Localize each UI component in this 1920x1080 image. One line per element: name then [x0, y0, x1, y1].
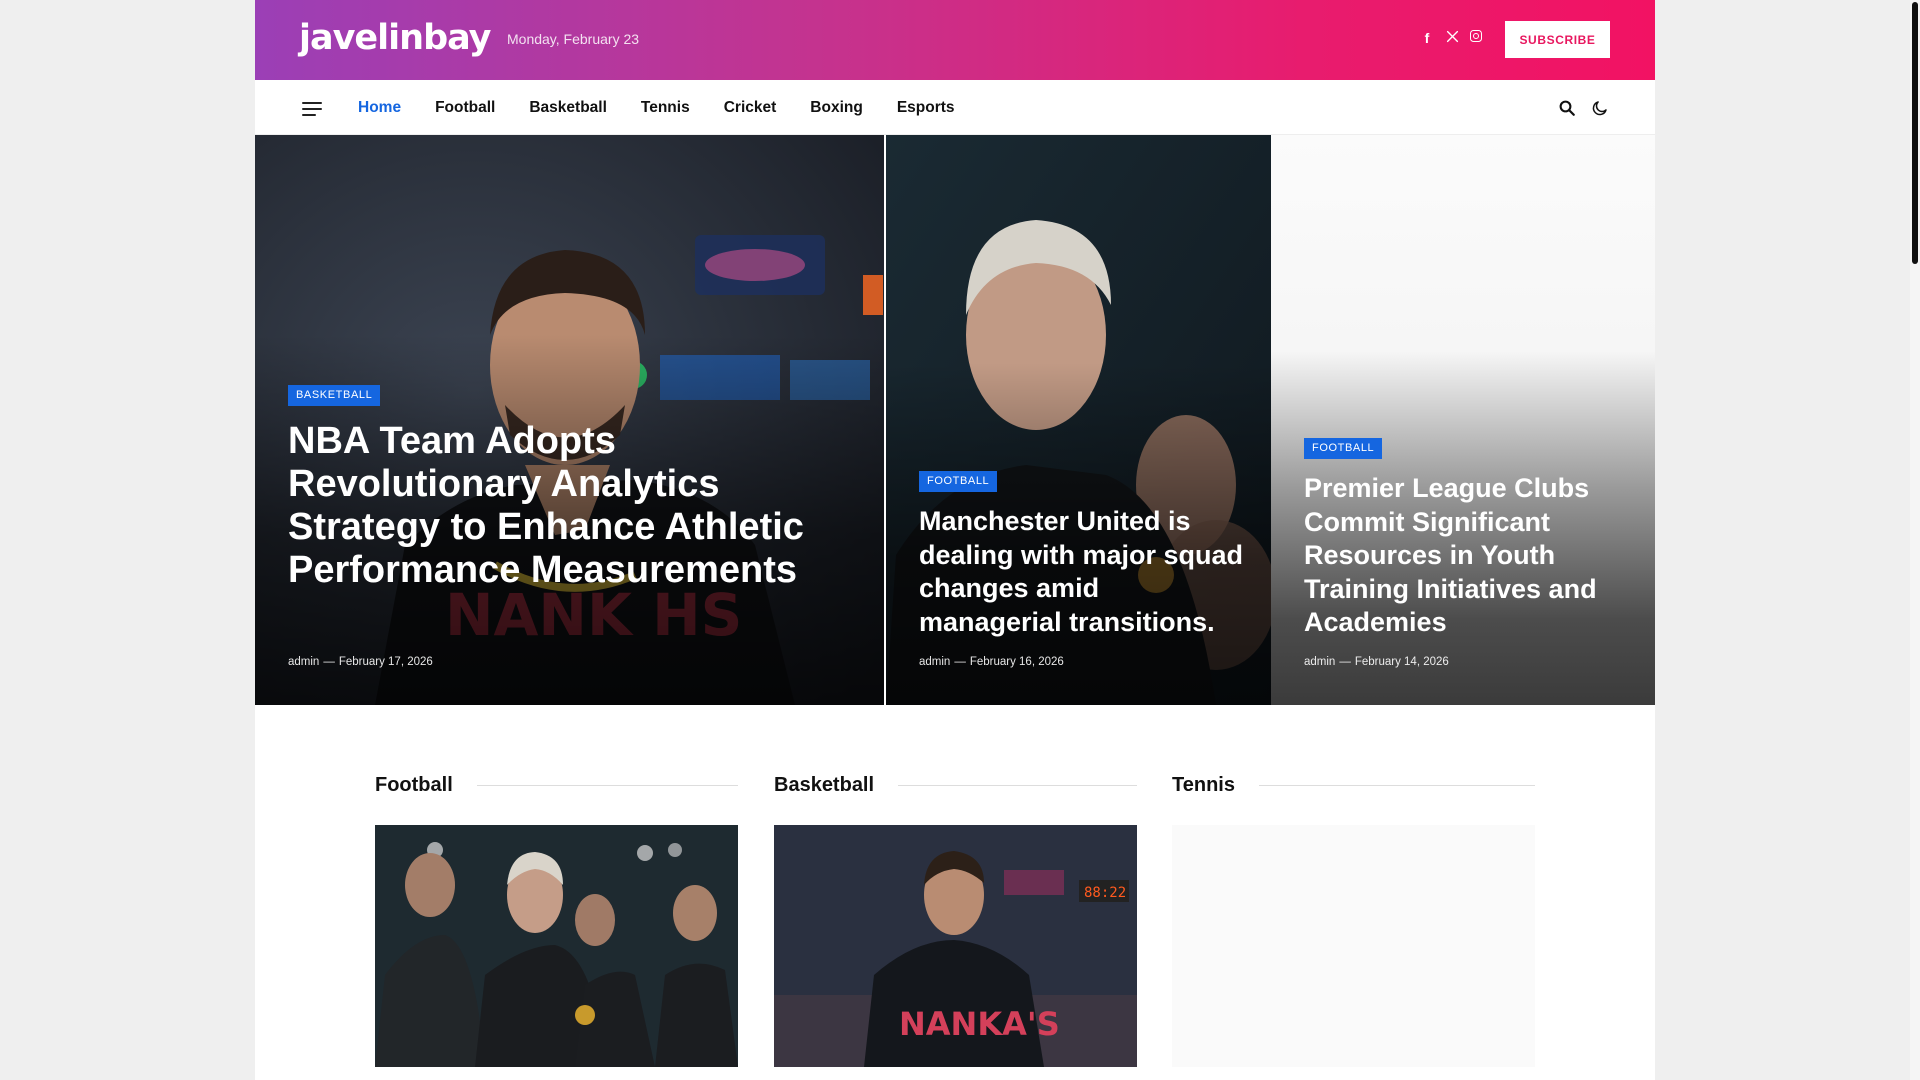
post-meta: admin — February 14, 2026 — [1304, 656, 1449, 668]
section-image[interactable]: 88:22 NANKA'S — [774, 825, 1137, 1067]
section-title[interactable]: Basketball — [774, 774, 874, 797]
section-title[interactable]: Tennis — [1172, 774, 1235, 797]
hero-title-3[interactable]: Premier League Clubs Commit Significant … — [1304, 472, 1634, 640]
post-author[interactable]: admin — [1304, 656, 1335, 668]
section-divider — [1258, 784, 1535, 786]
nav-item-basketball[interactable]: Basketball — [529, 99, 607, 117]
nav-menu: Home Football Basketball Tennis Cricket … — [358, 80, 989, 135]
x-icon[interactable] — [1445, 30, 1459, 43]
post-meta: admin — February 16, 2026 — [919, 656, 1064, 668]
hero-card-3[interactable]: FOOTBALL Premier League Clubs Commit Sig… — [1271, 135, 1655, 705]
top-bar: javelinbay Monday, February 23 f SUBSCRI… — [255, 0, 1655, 80]
category-badge[interactable]: BASKETBALL — [288, 385, 381, 406]
post-author[interactable]: admin — [288, 656, 319, 668]
instagram-icon[interactable] — [1469, 30, 1483, 42]
category-badge[interactable]: FOOTBALL — [919, 471, 998, 492]
search-icon[interactable] — [1558, 99, 1576, 117]
post-date: February 17, 2026 — [338, 656, 433, 668]
section-divider — [476, 784, 738, 786]
section-tennis: Tennis — [1172, 770, 1535, 1067]
nav-item-home[interactable]: Home — [358, 99, 401, 117]
post-meta: admin — February 17, 2026 — [288, 656, 433, 668]
section-image[interactable] — [375, 825, 738, 1067]
post-date: February 14, 2026 — [1354, 656, 1449, 668]
site-logo[interactable]: javelinbay — [299, 18, 491, 58]
nav-item-tennis[interactable]: Tennis — [641, 99, 690, 117]
subscribe-button[interactable]: SUBSCRIBE — [1505, 21, 1610, 58]
section-divider — [898, 784, 1137, 786]
scrollbar-thumb[interactable] — [1912, 2, 1918, 264]
section-football: Football — [375, 770, 738, 1067]
nav-item-cricket[interactable]: Cricket — [724, 99, 777, 117]
scrollbar[interactable] — [1910, 0, 1920, 1080]
post-author[interactable]: admin — [919, 656, 950, 668]
hero-title-2[interactable]: Manchester United is dealing with major … — [919, 505, 1249, 639]
post-date: February 16, 2026 — [969, 656, 1064, 668]
nav-item-esports[interactable]: Esports — [897, 99, 955, 117]
category-badge[interactable]: FOOTBALL — [1304, 438, 1383, 459]
header-date: Monday, February 23 — [507, 31, 640, 47]
svg-text:88:22: 88:22 — [1084, 885, 1126, 901]
hero-card-2[interactable]: FOOTBALL Manchester United is dealing wi… — [886, 135, 1271, 705]
dark-mode-icon[interactable] — [1591, 99, 1609, 117]
menu-icon[interactable] — [302, 102, 322, 116]
hero-title-1[interactable]: NBA Team Adopts Revolutionary Analytics … — [288, 420, 848, 592]
hero-card-1[interactable]: NANK HS BASKETBALL NBA Team Adopts Revol… — [255, 135, 884, 705]
facebook-icon[interactable]: f — [1420, 30, 1434, 46]
main-nav: Home Football Basketball Tennis Cricket … — [255, 80, 1655, 135]
section-title[interactable]: Football — [375, 774, 453, 797]
page: javelinbay Monday, February 23 f SUBSCRI… — [255, 0, 1655, 1080]
svg-text:NANKA'S: NANKA'S — [899, 1005, 1060, 1043]
nav-item-football[interactable]: Football — [435, 99, 495, 117]
section-image[interactable] — [1172, 825, 1535, 1067]
nav-item-boxing[interactable]: Boxing — [810, 99, 863, 117]
section-basketball: Basketball 88:22 NANKA'S — [774, 770, 1137, 1067]
